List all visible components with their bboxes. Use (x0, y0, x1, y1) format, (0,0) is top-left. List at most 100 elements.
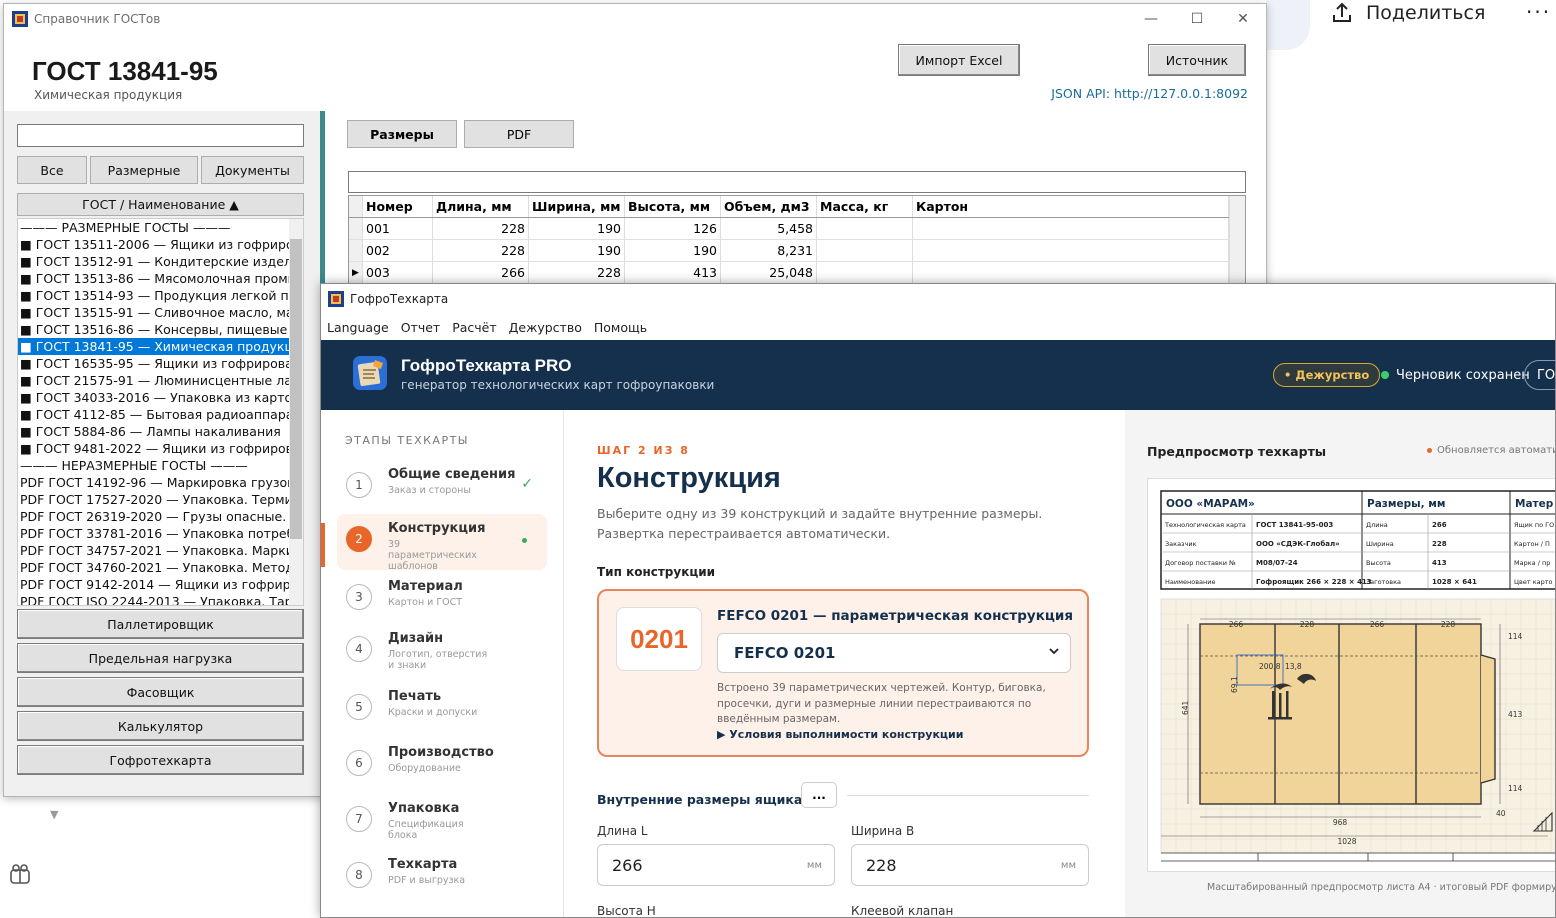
calculator-button[interactable]: Калькулятор (17, 711, 304, 741)
filter-dimensional-button[interactable]: Размерные (90, 156, 198, 184)
window-title: ГофроТехкарта (350, 292, 449, 306)
sidebar-step[interactable]: 4 Дизайн Логотип, отверстия и знаки (337, 624, 547, 680)
menu-calc[interactable]: Расчёт (452, 320, 496, 335)
filter-documents-button[interactable]: Документы (201, 156, 304, 184)
maximize-button[interactable]: ☐ (1174, 4, 1220, 34)
list-item[interactable]: ■ ГОСТ 16535-95 — Ящики из гофрированног… (18, 355, 303, 372)
apps-icon[interactable] (8, 862, 32, 886)
dims-more-button[interactable]: ... (801, 782, 837, 808)
palletizer-button[interactable]: Паллетировщик (17, 609, 304, 639)
list-item[interactable]: PDF ГОСТ 26319-2020 — Грузы опасные. Упа… (18, 508, 303, 525)
sort-header[interactable]: ГОСТ / Наименование ▲ (17, 193, 304, 216)
list-item[interactable]: ■ ГОСТ 5884-86 — Лампы накаливания (18, 423, 303, 440)
sidebar-step[interactable]: 8 Техкарта PDF и выгрузка (337, 850, 547, 906)
list-item[interactable]: PDF ГОСТ 14192-96 — Маркировка грузов (18, 474, 303, 491)
list-item[interactable]: PDF ГОСТ 9142-2014 — Ящики из гофрирован… (18, 576, 303, 593)
table-filter-input[interactable] (348, 171, 1246, 193)
list-item[interactable]: ■ ГОСТ 13511-2006 — Ящики из гофрированн… (18, 236, 303, 253)
minimize-button[interactable]: — (1128, 4, 1174, 34)
sizes-table: Номер Длина, мм Ширина, мм Высота, мм Объем,… (348, 195, 1246, 295)
list-item[interactable]: ——— НЕРАЗМЕРНЫЕ ГОСТЫ ——— (18, 457, 303, 474)
gost-button[interactable]: ГОС (1524, 360, 1555, 390)
packer-button[interactable]: Фасовщик (17, 677, 304, 707)
sidebar-step[interactable]: 3 Материал Картон и ГОСТ (337, 572, 547, 628)
duty-badge[interactable]: • Дежурство (1273, 363, 1381, 387)
list-item[interactable]: ■ ГОСТ 13515-91 — Сливочное масло, марга… (18, 304, 303, 321)
tab-sizes[interactable]: Размеры (347, 120, 457, 148)
table-row[interactable]: 002 228 190 190 8,231 (349, 240, 1245, 262)
table-row[interactable]: ▶ 003 266 228 413 25,048 (349, 262, 1245, 284)
construction-select[interactable]: FEFCO 0201 (717, 633, 1071, 673)
column-header[interactable]: Объем, дм3 (721, 196, 817, 217)
step-number: 1 (346, 472, 372, 498)
list-item[interactable]: PDF ГОСТ 17527-2020 — Упаковка. Термины (18, 491, 303, 508)
list-item[interactable]: PDF ГОСТ 33781-2016 — Упаковка потребите… (18, 525, 303, 542)
share-button[interactable]: Поделиться (1330, 0, 1485, 26)
more-options-button[interactable]: ··· (1526, 0, 1551, 24)
table-row[interactable]: 001 228 190 126 5,458 (349, 218, 1245, 240)
row-indicator: ▶ (349, 262, 363, 283)
list-item[interactable]: PDF ГОСТ ISO 2244-2013 — Упаковка. Тара … (18, 593, 303, 605)
menu-language[interactable]: Language (327, 320, 389, 335)
sidebar-step[interactable]: 5 Печать Краски и допуски (337, 682, 547, 738)
source-button[interactable]: Источник (1148, 44, 1246, 76)
scroll-thumb[interactable] (290, 239, 302, 539)
list-item[interactable]: ■ ГОСТ 13516-86 — Консервы, пищевые жидк… (18, 321, 303, 338)
list-item[interactable]: ——— РАЗМЕРНЫЕ ГОСТЫ ——— (18, 219, 303, 236)
column-header[interactable]: Высота, мм (625, 196, 721, 217)
list-item[interactable]: ■ ГОСТ 34033-2016 — Упаковка из картона … (18, 389, 303, 406)
sidebar-step[interactable]: 1 Общие сведения Заказ и стороны ✓ (337, 460, 547, 516)
list-item[interactable]: ■ ГОСТ 9481-2022 — Ящики из гофрированно… (18, 440, 303, 457)
close-button[interactable]: ✕ (1220, 4, 1266, 34)
list-item[interactable]: ■ ГОСТ 13513-86 — Мясомолочная промышлен… (18, 270, 303, 287)
column-header[interactable]: Номер (363, 196, 433, 217)
step-subtitle: Краски и допуски (388, 707, 478, 718)
list-item[interactable]: PDF ГОСТ 34760-2021 — Упаковка. Методы и… (18, 559, 303, 576)
main-description: Выберите одну из 39 конструкций и задайт… (597, 506, 1043, 541)
gost-search-input[interactable] (17, 124, 304, 147)
table-cell: 413 (625, 262, 721, 283)
table-scrollbar[interactable] (1229, 196, 1245, 294)
menu-help[interactable]: Помощь (594, 320, 647, 335)
menu-report[interactable]: Отчет (401, 320, 440, 335)
step-number: 4 (346, 636, 372, 662)
sheet-cell: Заказчик (1165, 540, 1197, 548)
step-title: Техкарта (388, 857, 458, 872)
list-item[interactable]: ■ ГОСТ 4112-85 — Бытовая радиоаппаратура (18, 406, 303, 423)
title-bar: Справочник ГОСТов (4, 4, 1266, 34)
drawing-dim-right-2: 413 (1508, 710, 1523, 719)
column-header[interactable]: Длина, мм (433, 196, 529, 217)
feasibility-link[interactable]: ▶ Условия выполнимости конструкции (717, 728, 963, 741)
import-excel-button[interactable]: Импорт Excel (898, 44, 1020, 76)
gost-list[interactable]: ——— РАЗМЕРНЫЕ ГОСТЫ ——— ■ ГОСТ 13511-2006… (17, 218, 304, 606)
max-load-button[interactable]: Предельная нагрузка (17, 643, 304, 673)
list-item[interactable]: ■ ГОСТ 13514-93 — Продукция легкой промы… (18, 287, 303, 304)
width-value: 228 (866, 855, 897, 875)
browser-decoration (1266, 0, 1310, 50)
menu-duty[interactable]: Дежурство (509, 320, 582, 335)
tab-pdf[interactable]: PDF (464, 120, 574, 148)
row-indicator (349, 218, 363, 239)
header: ГОСТ 13841-95 Химическая продукция Импор… (4, 34, 1266, 112)
length-input[interactable]: 266 мм (597, 844, 835, 886)
step-number: 7 (346, 806, 372, 832)
list-scrollbar[interactable] (289, 219, 303, 605)
preview-sheet[interactable]: ООО «МАРАМ» Размеры, мм Матер Технологич… (1147, 478, 1555, 872)
sidebar-step[interactable]: 7 Упаковка Спецификация блока (337, 794, 547, 850)
sidebar-step[interactable]: 6 Производство Оборудование (337, 738, 547, 794)
filter-all-button[interactable]: Все (17, 156, 87, 184)
column-header[interactable]: Ширина, мм (529, 196, 625, 217)
list-item[interactable]: ■ ГОСТ 13512-91 — Кондитерские изделия (18, 253, 303, 270)
api-link[interactable]: JSON API: http://127.0.0.1:8092 (1051, 86, 1248, 101)
status-dot-icon (1381, 371, 1389, 379)
width-input[interactable]: 228 мм (851, 844, 1089, 886)
gofrotechkarta-button[interactable]: Гофротехкарта (17, 745, 304, 775)
list-item[interactable]: ■ ГОСТ 21575-91 — Люминисцентные лампы (18, 372, 303, 389)
column-header[interactable]: Картон (913, 196, 1229, 217)
status-dot-icon (1427, 448, 1432, 453)
sidebar-step[interactable]: 2 Конструкция 39 параметрических шаблонов (337, 514, 547, 572)
list-item[interactable]: PDF ГОСТ 34757-2021 — Упаковка. Маркиров… (18, 542, 303, 559)
column-header[interactable]: Масса, кг (817, 196, 913, 217)
step-subtitle: 39 параметрических шаблонов (388, 539, 477, 572)
list-item[interactable]: ■ ГОСТ 13841-95 — Химическая продукция (18, 338, 303, 355)
